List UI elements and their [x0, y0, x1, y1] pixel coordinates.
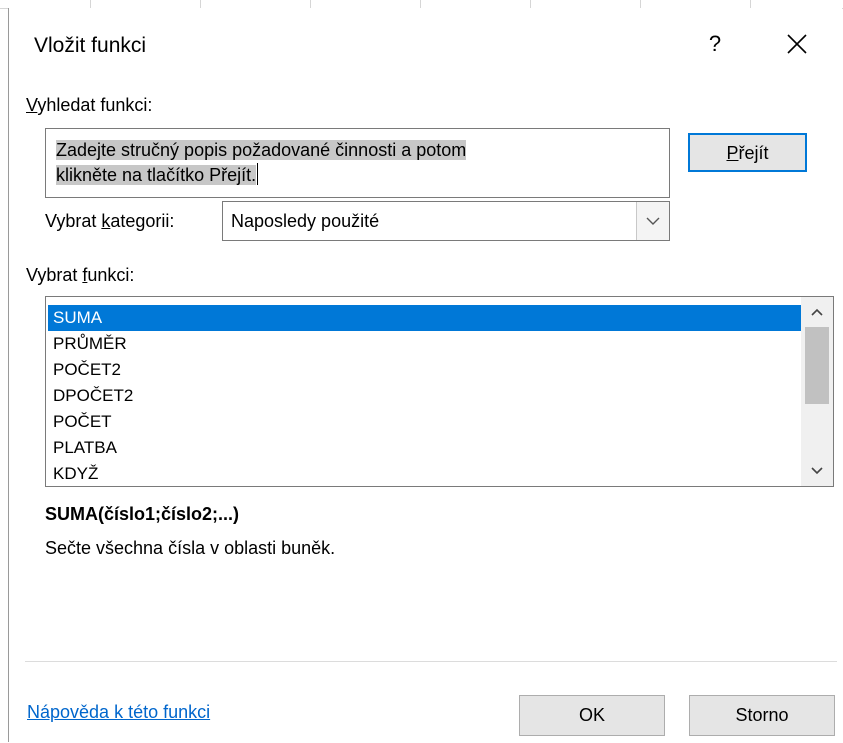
dialog-title: Vložit funkci [34, 34, 147, 57]
chevron-down-icon [811, 467, 823, 475]
function-syntax: SUMA(číslo1;číslo2;...) [45, 504, 240, 524]
insert-function-dialog: Vložit funkci ? Vyhledat funkci: Zadejte… [8, 8, 842, 742]
search-input-text: Zadejte stručný popis požadované činnost… [56, 140, 467, 185]
category-dropdown-toggle[interactable] [636, 202, 669, 240]
function-list-item[interactable]: KDYŽ [48, 461, 804, 487]
function-list-items: SUMA PRŮMĚR POČET2 DPOČET2 POČET PLATBA KDYŽ [48, 305, 804, 487]
function-list-item[interactable]: DPOČET2 [48, 383, 804, 409]
function-list-item[interactable]: PLATBA [48, 435, 804, 461]
cancel-button[interactable]: Storno [689, 695, 835, 736]
category-selected-value: Naposledy použité [231, 211, 380, 231]
scroll-thumb[interactable] [805, 327, 829, 404]
go-button[interactable]: Přejít [688, 133, 807, 172]
scroll-up-button[interactable] [801, 297, 833, 327]
footer-separator [25, 661, 837, 662]
function-list-label: Vybrat funkci: [26, 265, 135, 285]
function-list-item[interactable]: POČET [48, 409, 804, 435]
category-label: Vybrat kategorii: [45, 211, 175, 231]
text-caret [257, 163, 259, 185]
function-list-scrollbar[interactable] [801, 297, 833, 486]
ok-button[interactable]: OK [519, 695, 665, 736]
function-list-item[interactable]: POČET2 [48, 357, 804, 383]
close-button[interactable] [775, 22, 819, 66]
close-icon [787, 34, 807, 54]
function-list-item[interactable]: SUMA [48, 305, 804, 331]
function-listbox[interactable]: SUMA PRŮMĚR POČET2 DPOČET2 POČET PLATBA KDYŽ [45, 296, 834, 487]
category-select[interactable]: Naposledy použité [222, 201, 670, 241]
scroll-down-button[interactable] [801, 456, 833, 486]
function-description: Sečte všechna čísla v oblasti buněk. [45, 538, 336, 558]
search-input[interactable]: Zadejte stručný popis požadované činnost… [45, 128, 670, 198]
function-help-link[interactable]: Nápověda k této funkci [27, 702, 210, 723]
function-list-item[interactable]: PRŮMĚR [48, 331, 804, 357]
title-bar: Vložit funkci ? [9, 8, 843, 78]
chevron-down-icon [646, 217, 660, 225]
help-button[interactable]: ? [697, 26, 733, 62]
chevron-up-icon [811, 308, 823, 316]
search-label: Vyhledat funkci: [26, 95, 153, 115]
